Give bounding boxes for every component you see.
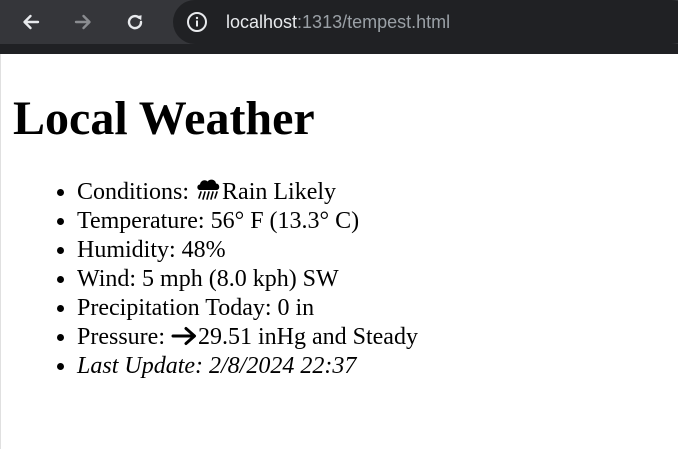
arrow-right-icon [171, 325, 198, 355]
weather-list: Conditions: Rain Likely Temperature: 56°… [37, 178, 418, 381]
pressure-label: Pressure: [77, 324, 171, 350]
page-content: Local Weather Conditions: Rain Likely Te… [0, 54, 678, 449]
list-item-conditions: Conditions: Rain Likely [77, 178, 418, 207]
browser-toolbar: localhost:1313/tempest.html [0, 0, 678, 44]
conditions-label: Conditions: [77, 179, 196, 205]
temperature-label: Temperature: [77, 208, 211, 234]
arrow-right-icon [73, 12, 93, 32]
url-text[interactable]: localhost:1313/tempest.html [226, 11, 450, 33]
wind-value: 5 mph (8.0 kph) SW [142, 266, 339, 292]
arrow-left-icon [21, 12, 41, 32]
temperature-value: 56° F (13.3° C) [210, 208, 360, 234]
list-item-wind: Wind: 5 mph (8.0 kph) SW [77, 265, 418, 294]
last-update-value: 2/8/2024 22:37 [209, 353, 357, 379]
humidity-label: Humidity: [77, 237, 182, 263]
info-icon[interactable] [185, 10, 209, 34]
precipitation-label: Precipitation Today: [77, 295, 278, 321]
reload-button[interactable] [119, 6, 151, 38]
url-host: localhost [226, 12, 298, 32]
address-bar[interactable]: localhost:1313/tempest.html [173, 0, 678, 44]
conditions-value: Rain Likely [222, 179, 337, 205]
list-item-temperature: Temperature: 56° F (13.3° C) [77, 207, 418, 236]
list-item-precipitation: Precipitation Today: 0 in [77, 294, 418, 323]
cloud-rain-icon [195, 178, 222, 210]
toolbar-bottom-edge [0, 44, 678, 54]
list-item-pressure: Pressure: 29.51 inHg and Steady [77, 323, 418, 352]
pressure-value: 29.51 inHg and Steady [197, 324, 418, 350]
page-title: Local Weather [13, 92, 315, 145]
back-button[interactable] [15, 6, 47, 38]
last-update-label: Last Update: [77, 353, 209, 379]
precipitation-value: 0 in [277, 295, 315, 321]
wind-label: Wind: [77, 266, 143, 292]
list-item-humidity: Humidity: 48% [77, 236, 418, 265]
humidity-value: 48% [181, 237, 226, 263]
url-path: :1313/tempest.html [297, 12, 451, 32]
list-item-last-update: Last Update: 2/8/2024 22:37 [77, 352, 418, 381]
reload-icon [125, 12, 145, 32]
forward-button[interactable] [67, 6, 99, 38]
